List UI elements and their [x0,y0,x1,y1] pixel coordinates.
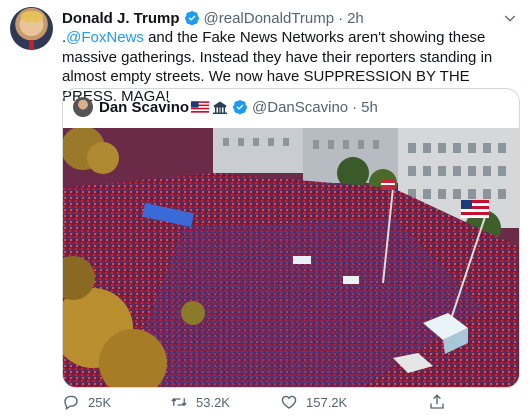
aerial-crowd-rally-photo[interactable] [63,128,519,387]
us-flag-icon [191,101,210,113]
tweet-header: Donald J. Trump @realDonaldTrump · 2h [62,8,364,28]
quoted-author-handle[interactable]: @DanScavino [252,99,348,116]
author-handle[interactable]: @realDonaldTrump [204,10,335,27]
author-avatar[interactable] [10,7,53,50]
mention-link[interactable]: @FoxNews [66,29,144,46]
white-house-icon [213,101,228,114]
quoted-tweet[interactable]: Dan Scavino @DanScavino · 5h [62,88,520,388]
heart-icon [281,395,297,409]
header-separator: · [338,9,344,27]
quoted-tweet-header: Dan Scavino @DanScavino · 5h [73,97,378,117]
quoted-author-name[interactable]: Dan Scavino [99,99,189,116]
share-button[interactable] [428,392,454,412]
building-center [213,128,303,173]
like-count: 157.2K [306,394,348,410]
quoted-header-separator: · [352,98,358,116]
reply-button[interactable]: 25K [62,392,111,412]
retweet-icon [171,398,187,406]
tweet[interactable]: Donald J. Trump @realDonaldTrump · 2h .@… [0,0,530,418]
reply-count: 25K [88,394,112,410]
tweet-timestamp[interactable]: 2h [347,10,364,27]
retweet-count: 53.2K [196,394,230,410]
author-name[interactable]: Donald J. Trump [62,10,180,27]
tweet-actions: 25K 53.2K 157.2K [62,392,452,412]
avatar-tie [29,40,34,50]
reply-icon [64,395,78,411]
verified-badge-icon [184,11,199,26]
like-button[interactable]: 157.2K [280,392,347,412]
quoted-author-avatar[interactable] [73,97,93,117]
avatar-hair [21,11,43,22]
quoted-verified-badge-icon [233,100,248,115]
chevron-down-icon[interactable] [502,10,518,26]
quoted-tweet-timestamp[interactable]: 5h [361,99,378,116]
retweet-button[interactable]: 53.2K [170,392,230,412]
share-icon [430,394,444,409]
